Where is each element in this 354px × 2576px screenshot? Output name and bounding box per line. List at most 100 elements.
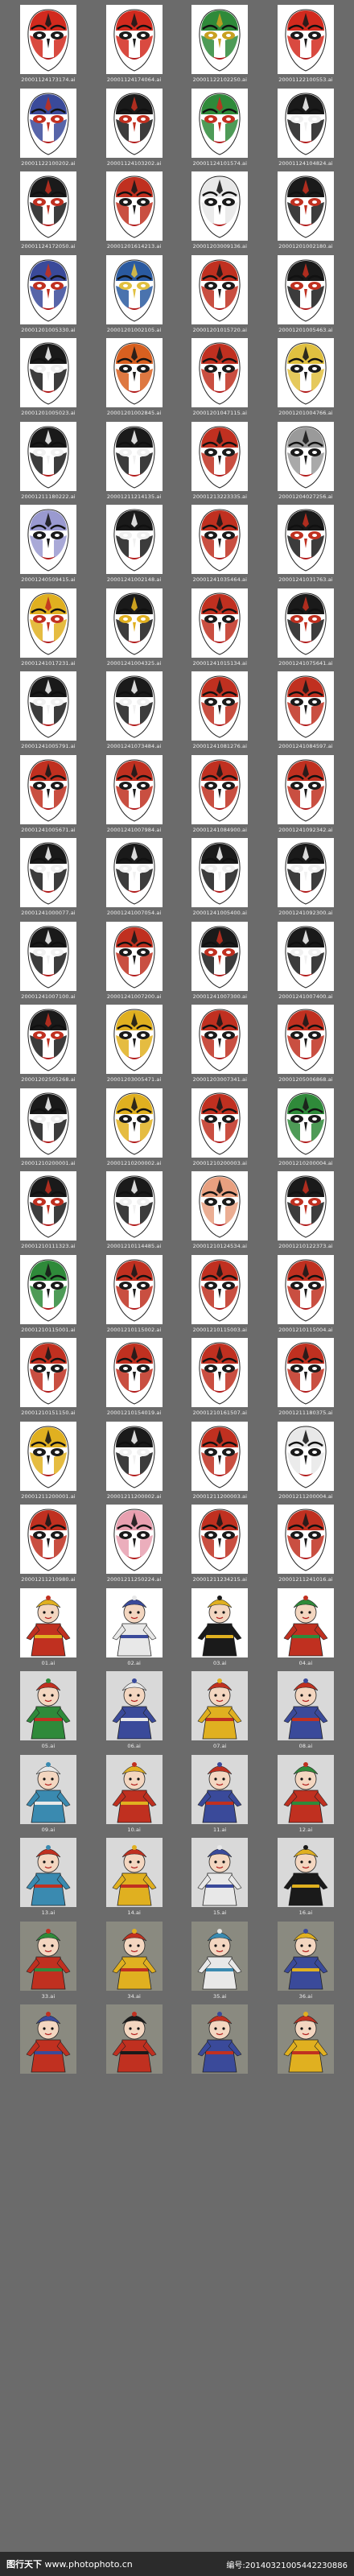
thumbnail-image[interactable]	[105, 838, 163, 907]
gallery-tile[interactable]: 20001210161507.ai	[181, 1338, 258, 1416]
gallery-tile[interactable]: 20001241017231.ai	[10, 588, 87, 667]
thumbnail-image[interactable]	[20, 1421, 76, 1491]
thumbnail-image[interactable]	[20, 1088, 76, 1158]
thumbnail-image[interactable]	[105, 505, 163, 574]
gallery-tile[interactable]: 20001211200004.ai	[267, 1421, 344, 1500]
thumbnail-image[interactable]	[20, 1171, 76, 1241]
gallery-tile[interactable]: 20001202505268.ai	[10, 1005, 87, 1083]
gallery-tile[interactable]: 20001124173174.ai	[10, 5, 87, 83]
thumbnail-image[interactable]	[277, 1088, 334, 1158]
thumbnail-image[interactable]	[105, 88, 163, 158]
thumbnail-image[interactable]	[277, 1505, 334, 1574]
gallery-tile[interactable]: 20001241000077.ai	[10, 838, 87, 916]
thumbnail-image[interactable]	[105, 671, 163, 741]
gallery-tile[interactable]: 04.ai	[267, 1587, 344, 1666]
gallery-tile[interactable]: 20001241007100.ai	[10, 921, 87, 1000]
gallery-tile[interactable]: 20001124172050.ai	[10, 171, 87, 250]
thumbnail-image[interactable]	[20, 171, 76, 241]
gallery-tile[interactable]: 20001210200003.ai	[181, 1088, 258, 1166]
thumbnail-image[interactable]	[191, 588, 249, 658]
gallery-tile[interactable]: 13.ai	[10, 1838, 87, 1916]
thumbnail-image[interactable]	[191, 254, 249, 324]
gallery-tile[interactable]: 20001201002105.ai	[96, 254, 173, 333]
gallery-tile[interactable]: 01.ai	[10, 1587, 87, 1666]
thumbnail-image[interactable]	[191, 1921, 249, 1991]
thumbnail-image[interactable]	[20, 1338, 76, 1407]
thumbnail-image[interactable]	[105, 1838, 163, 1907]
thumbnail-image[interactable]	[191, 1421, 249, 1491]
thumbnail-image[interactable]	[277, 1005, 334, 1074]
thumbnail-image[interactable]	[105, 1671, 163, 1740]
gallery-tile[interactable]: 20001241007200.ai	[96, 921, 173, 1000]
gallery-tile[interactable]: 20001211234215.ai	[181, 1505, 258, 1583]
thumbnail-image[interactable]	[105, 2004, 163, 2074]
gallery-tile[interactable]: 07.ai	[181, 1671, 258, 1749]
gallery-tile[interactable]: 20001201005023.ai	[10, 338, 87, 416]
gallery-tile[interactable]: 10.ai	[96, 1754, 173, 1833]
thumbnail-image[interactable]	[191, 1505, 249, 1574]
gallery-tile[interactable]: 34.ai	[96, 1921, 173, 2000]
gallery-tile[interactable]: 20001241005671.ai	[10, 754, 87, 833]
thumbnail-image[interactable]	[20, 1754, 76, 1824]
thumbnail-image[interactable]	[20, 838, 76, 907]
gallery-tile[interactable]: 20001210124534.ai	[181, 1171, 258, 1249]
thumbnail-image[interactable]	[191, 1254, 249, 1324]
gallery-tile[interactable]: 20001122100202.ai	[10, 88, 87, 167]
gallery-tile[interactable]: 20001210115001.ai	[10, 1254, 87, 1333]
gallery-tile[interactable]: 20001124174064.ai	[96, 5, 173, 83]
thumbnail-image[interactable]	[277, 1171, 334, 1241]
thumbnail-image[interactable]	[191, 338, 249, 407]
gallery-tile[interactable]: 20001211200002.ai	[96, 1421, 173, 1500]
thumbnail-image[interactable]	[20, 338, 76, 407]
thumbnail-image[interactable]	[191, 1671, 249, 1740]
gallery-tile[interactable]	[181, 2004, 258, 2076]
thumbnail-image[interactable]	[277, 421, 334, 491]
gallery-tile[interactable]: 20001211241016.ai	[267, 1505, 344, 1583]
gallery-tile[interactable]: 20001124104824.ai	[267, 88, 344, 167]
thumbnail-image[interactable]	[105, 1505, 163, 1574]
gallery-tile[interactable]: 16.ai	[267, 1838, 344, 1916]
gallery-tile[interactable]: 20001203005471.ai	[96, 1005, 173, 1083]
thumbnail-image[interactable]	[277, 754, 334, 824]
gallery-tile[interactable]: 20001241007400.ai	[267, 921, 344, 1000]
gallery-tile[interactable]: 20001201015720.ai	[181, 254, 258, 333]
thumbnail-image[interactable]	[191, 1754, 249, 1824]
gallery-tile[interactable]: 20001210154019.ai	[96, 1338, 173, 1416]
thumbnail-image[interactable]	[105, 1921, 163, 1991]
thumbnail-image[interactable]	[20, 1254, 76, 1324]
thumbnail-image[interactable]	[105, 588, 163, 658]
thumbnail-image[interactable]	[191, 754, 249, 824]
gallery-tile[interactable]: 20001201005463.ai	[267, 254, 344, 333]
thumbnail-image[interactable]	[20, 1005, 76, 1074]
thumbnail-image[interactable]	[277, 1671, 334, 1740]
thumbnail-image[interactable]	[105, 1254, 163, 1324]
thumbnail-image[interactable]	[191, 1338, 249, 1407]
gallery-tile[interactable]: 20001241081276.ai	[181, 671, 258, 749]
thumbnail-image[interactable]	[277, 88, 334, 158]
thumbnail-image[interactable]	[105, 1587, 163, 1657]
gallery-tile[interactable]: 20001210151150.ai	[10, 1338, 87, 1416]
thumbnail-image[interactable]	[277, 1421, 334, 1491]
thumbnail-image[interactable]	[277, 1838, 334, 1907]
gallery-tile[interactable]	[10, 2004, 87, 2076]
thumbnail-image[interactable]	[20, 1838, 76, 1907]
thumbnail-image[interactable]	[105, 1171, 163, 1241]
gallery-tile[interactable]: 20001241005400.ai	[181, 838, 258, 916]
gallery-tile[interactable]: 20001241084597.ai	[267, 671, 344, 749]
thumbnail-image[interactable]	[105, 421, 163, 491]
gallery-tile[interactable]: 20001210200004.ai	[267, 1088, 344, 1166]
gallery-tile[interactable]: 20001124101574.ai	[181, 88, 258, 167]
thumbnail-image[interactable]	[191, 921, 249, 991]
gallery-tile[interactable]: 20001210115002.ai	[96, 1254, 173, 1333]
thumbnail-image[interactable]	[277, 921, 334, 991]
thumbnail-image[interactable]	[105, 921, 163, 991]
thumbnail-image[interactable]	[277, 1338, 334, 1407]
gallery-tile[interactable]: 20001241035464.ai	[181, 505, 258, 583]
thumbnail-image[interactable]	[105, 1088, 163, 1158]
thumbnail-image[interactable]	[277, 5, 334, 74]
thumbnail-image[interactable]	[191, 838, 249, 907]
gallery-tile[interactable]: 20001201002845.ai	[96, 338, 173, 416]
gallery-tile[interactable]: 20001241007300.ai	[181, 921, 258, 1000]
gallery-tile[interactable]: 20001241073484.ai	[96, 671, 173, 749]
gallery-tile[interactable]: 20001241002148.ai	[96, 505, 173, 583]
